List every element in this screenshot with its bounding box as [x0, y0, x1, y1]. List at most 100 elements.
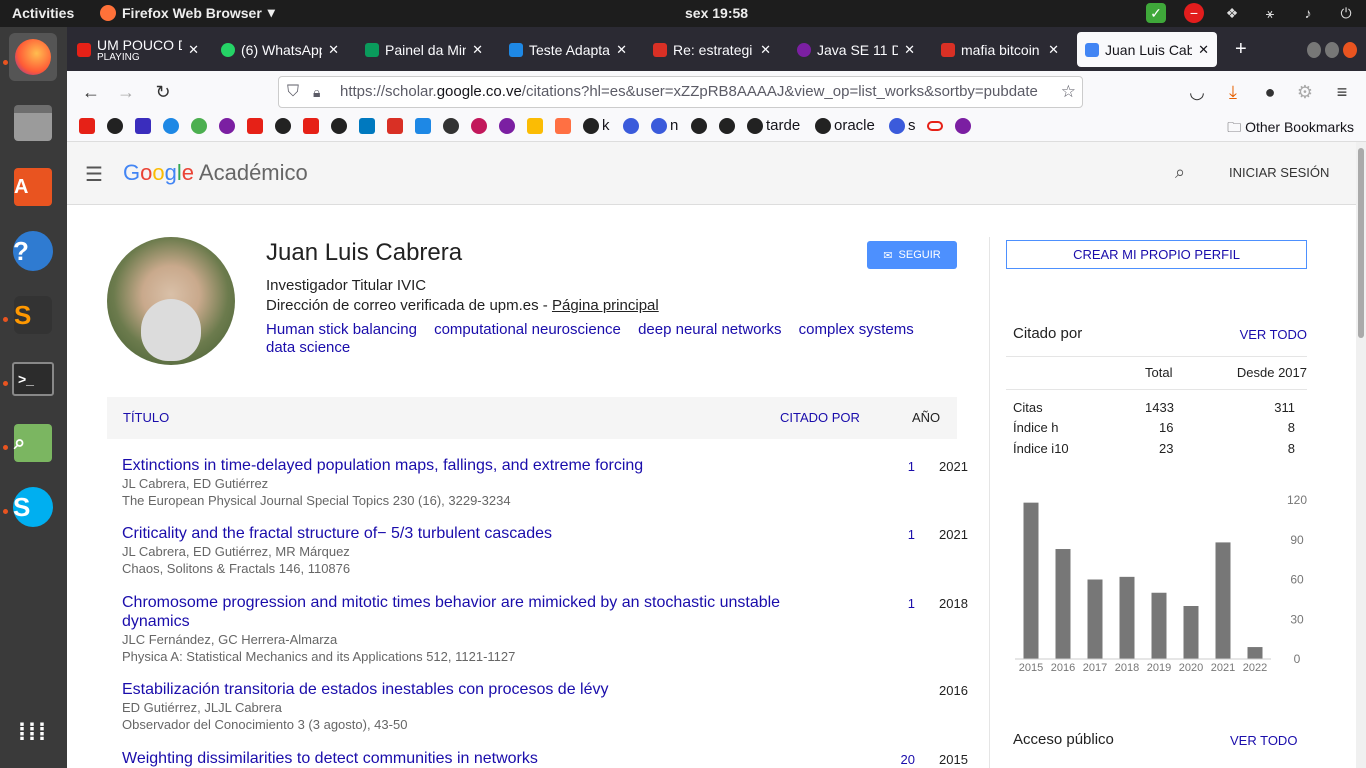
download-icon[interactable]: ⤓: [1222, 81, 1244, 103]
youtube-bookmark-icon[interactable]: [247, 118, 263, 134]
close-icon[interactable]: ✕: [328, 42, 339, 58]
view-all-public-access-link[interactable]: VER TODO: [1230, 733, 1297, 748]
sort-title-button[interactable]: TÍTULO: [123, 410, 169, 425]
tab-mafia[interactable]: mafia bitcoin ✕: [933, 32, 1067, 67]
close-icon[interactable]: ✕: [472, 42, 483, 58]
image-viewer-dock-icon[interactable]: ⌕: [9, 419, 57, 467]
interest-link[interactable]: complex systems: [799, 321, 914, 338]
bookmark-n[interactable]: n: [670, 117, 678, 134]
github-bookmark-icon[interactable]: [583, 118, 599, 134]
bookmark-oracle[interactable]: oracle: [834, 117, 875, 134]
drop-bookmark-icon[interactable]: [889, 118, 905, 134]
tab-scholar[interactable]: Juan Luis Cab ✕: [1077, 32, 1217, 67]
chart-bar[interactable]: [1023, 502, 1039, 659]
reload-icon[interactable]: ↻: [152, 81, 174, 103]
skype-dock-icon[interactable]: S: [9, 483, 57, 531]
create-profile-button[interactable]: CREAR MI PROPIO PERFIL: [1006, 240, 1307, 269]
software-dock-icon[interactable]: A: [9, 163, 57, 211]
play-bookmark-icon[interactable]: [163, 118, 179, 134]
extension-icon[interactable]: ●: [1259, 81, 1281, 103]
maximize-icon[interactable]: [1325, 41, 1339, 58]
sort-cited-button[interactable]: CITADO POR: [780, 410, 860, 425]
github-bookmark-icon[interactable]: [691, 118, 707, 134]
udemy-bookmark-icon[interactable]: [219, 118, 235, 134]
firefox-dock-icon[interactable]: [9, 33, 57, 81]
close-window-icon[interactable]: [1343, 41, 1357, 58]
back-icon[interactable]: ←: [80, 81, 102, 103]
hamburger-menu-icon[interactable]: ≡: [1331, 81, 1353, 103]
grid-bookmark-icon[interactable]: [415, 118, 431, 134]
close-icon[interactable]: ✕: [760, 42, 771, 58]
close-icon[interactable]: ✕: [904, 42, 915, 58]
tab-youtube[interactable]: UM POUCO D PLAYING ✕: [69, 32, 207, 67]
chart-bar[interactable]: [1247, 647, 1263, 659]
login-button[interactable]: INICIAR SESIÓN: [1229, 165, 1329, 180]
chart-bar[interactable]: [1119, 576, 1135, 659]
article-title[interactable]: Criticality and the fractal structure of…: [122, 524, 802, 543]
chart-bar[interactable]: [1151, 592, 1167, 659]
interest-link[interactable]: data science: [266, 339, 350, 356]
sort-year-button[interactable]: AÑO: [912, 410, 940, 425]
star-icon[interactable]: ☆: [1056, 77, 1076, 107]
chart-bookmark-icon[interactable]: [135, 118, 151, 134]
article-title[interactable]: Extinctions in time-delayed population m…: [122, 456, 802, 475]
diamond-bookmark-icon[interactable]: [443, 118, 459, 134]
drop-bookmark-icon[interactable]: [623, 118, 639, 134]
bookmark-k[interactable]: k: [602, 117, 610, 134]
article-cited[interactable]: 1: [832, 527, 915, 542]
bookmark-s[interactable]: s: [908, 117, 916, 134]
tab-whatsapp[interactable]: (6) WhatsApp ✕: [213, 32, 347, 67]
pill-bookmark-icon[interactable]: [927, 121, 943, 131]
power-icon[interactable]: ⏻: [1336, 3, 1356, 23]
article-cited[interactable]: 1: [832, 459, 915, 474]
tab-java[interactable]: Java SE 11 De ✕: [789, 32, 923, 67]
menu-icon[interactable]: ☰: [85, 162, 103, 187]
article-title[interactable]: Chromosome progression and mitotic times…: [122, 593, 802, 631]
dropbox-icon[interactable]: ❖: [1222, 3, 1242, 23]
help-dock-icon[interactable]: ?: [9, 227, 57, 275]
drop-bookmark-icon[interactable]: [651, 118, 667, 134]
close-icon[interactable]: ✕: [1048, 42, 1059, 58]
forward-icon[interactable]: →: [115, 81, 137, 103]
box-bookmark-icon[interactable]: [555, 118, 571, 134]
article-title[interactable]: Weighting dissimilarities to detect comm…: [122, 749, 802, 768]
close-icon[interactable]: ✕: [1198, 42, 1209, 58]
article-title[interactable]: Estabilización transitoria de estados in…: [122, 680, 802, 699]
chart-bar[interactable]: [1183, 606, 1199, 659]
scrollbar[interactable]: [1356, 142, 1366, 768]
udemy-bookmark-icon[interactable]: [499, 118, 515, 134]
drive-bookmark-icon[interactable]: [527, 118, 543, 134]
gmail-bookmark-icon[interactable]: [387, 118, 403, 134]
chart-bar[interactable]: [1215, 542, 1231, 659]
close-icon[interactable]: ✕: [188, 42, 199, 58]
follow-button[interactable]: ✉ SEGUIR: [867, 241, 957, 269]
terminal-dock-icon[interactable]: >_: [9, 355, 57, 403]
network-icon[interactable]: ⚹: [1260, 3, 1280, 23]
youtube-bookmark-icon[interactable]: [303, 118, 319, 134]
trello-bookmark-icon[interactable]: [359, 118, 375, 134]
other-bookmarks[interactable]: 🗀︎ Other Bookmarks: [1227, 117, 1354, 141]
github-bookmark-icon[interactable]: [331, 118, 347, 134]
volume-icon[interactable]: ♪: [1298, 3, 1318, 23]
url-bar[interactable]: ⛉ 🔒︎ https://scholar.google.co.ve/citati…: [278, 76, 1083, 108]
check-icon[interactable]: ✓: [1146, 3, 1166, 23]
bookmark-tarde[interactable]: tarde: [766, 117, 800, 134]
article-cited[interactable]: 1: [832, 596, 915, 611]
new-tab-button[interactable]: +: [1227, 32, 1257, 67]
tab-teste[interactable]: Teste Adapta ✕: [501, 32, 635, 67]
udemy-bookmark-icon[interactable]: [955, 118, 971, 134]
spiral-bookmark-icon[interactable]: [471, 118, 487, 134]
github-bookmark-icon[interactable]: [275, 118, 291, 134]
pocket-icon[interactable]: ◡: [1186, 81, 1208, 103]
clock[interactable]: sex 19:58: [685, 5, 748, 21]
github-bookmark-icon[interactable]: [747, 118, 763, 134]
youtube-bookmark-icon[interactable]: [79, 118, 95, 134]
app-menu[interactable]: Firefox Web Browser ▾: [100, 4, 275, 21]
minimize-icon[interactable]: [1307, 41, 1321, 58]
article-cited[interactable]: 20: [832, 752, 915, 767]
show-apps-button[interactable]: ⁞⁞⁞: [9, 709, 57, 757]
settings-extension-icon[interactable]: ⚙: [1294, 81, 1316, 103]
activities-button[interactable]: Activities: [12, 5, 74, 21]
interest-link[interactable]: computational neuroscience: [434, 321, 621, 338]
chart-bar[interactable]: [1087, 579, 1103, 660]
